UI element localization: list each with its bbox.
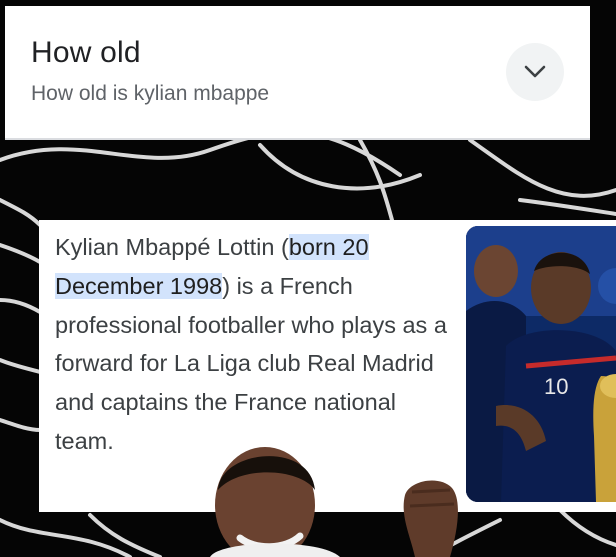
- search-subtitle: How old is kylian mbappe: [31, 82, 270, 105]
- chevron-down-icon: [524, 65, 546, 78]
- search-title: How old: [31, 36, 141, 69]
- overlay-person-illustration: [210, 447, 458, 557]
- search-suggestion-card[interactable]: How old How old is kylian mbappe: [5, 6, 590, 140]
- svg-text:10: 10: [544, 374, 568, 399]
- expand-button[interactable]: [506, 43, 564, 101]
- snippet-text-before: Kylian Mbappé Lottin (: [55, 234, 289, 260]
